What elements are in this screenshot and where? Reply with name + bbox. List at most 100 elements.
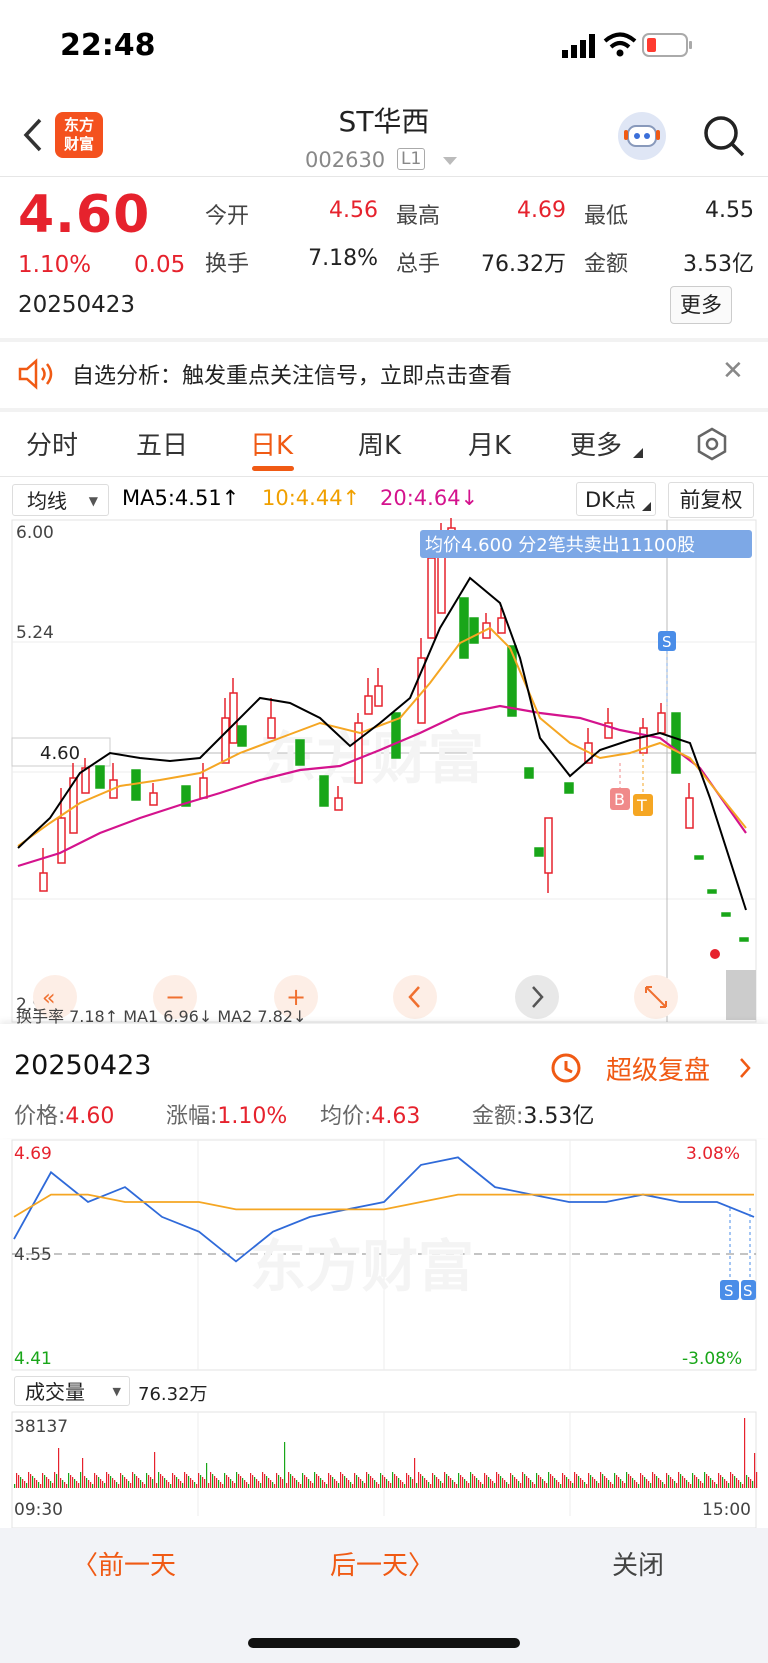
chevron-down-icon[interactable] <box>443 157 457 167</box>
volume-bar <box>274 1484 276 1488</box>
volume-bar <box>92 1484 94 1488</box>
volume-bar <box>70 1475 72 1488</box>
close-icon[interactable]: ✕ <box>722 356 744 386</box>
volume-bar <box>596 1481 598 1488</box>
volume-bar <box>644 1477 646 1488</box>
volume-bar <box>402 1482 404 1488</box>
volume-bar <box>110 1476 112 1488</box>
volume-bar <box>176 1477 178 1488</box>
volume-bar <box>20 1477 22 1488</box>
tab-intraday[interactable]: 分时 <box>26 425 78 462</box>
volume-bar <box>218 1480 220 1488</box>
volume-bar <box>156 1483 158 1488</box>
volume-bar <box>296 1480 298 1488</box>
intraday-low: 4.41 <box>14 1349 52 1369</box>
assistant-avatar[interactable] <box>618 112 666 160</box>
volume-bar <box>40 1484 42 1488</box>
volume-bar <box>348 1480 350 1488</box>
volume-label: 总手 <box>396 252 441 277</box>
volume-bar <box>324 1482 326 1488</box>
search-icon[interactable] <box>702 114 746 158</box>
tab-day-k[interactable]: 日K <box>250 425 293 462</box>
kline-chart[interactable]: 6.00 5.24 4.60 2.95 东方财富 <box>0 518 768 1026</box>
notice-text[interactable]: 自选分析：触发重点关注信号，立即点击查看 <box>72 358 512 390</box>
ma-selector[interactable]: 均线 ▼ <box>12 484 109 516</box>
volume-bar <box>166 1480 168 1488</box>
volume-bar <box>294 1478 296 1488</box>
volume-bar <box>556 1480 558 1488</box>
intraday-high: 4.69 <box>14 1144 52 1164</box>
history-icon[interactable] <box>548 1051 584 1085</box>
volume-bar <box>200 1475 202 1488</box>
tab-week-k[interactable]: 周K <box>358 425 401 462</box>
volume-bar <box>700 1481 702 1488</box>
volume-bar <box>370 1476 372 1488</box>
volume-bar <box>726 1481 728 1488</box>
volume-bar <box>102 1481 104 1488</box>
volume-bar <box>552 1476 554 1488</box>
volume-bar <box>284 1442 286 1488</box>
volume-bar <box>392 1472 394 1488</box>
volume-bar <box>692 1473 694 1488</box>
time-end: 15:00 <box>702 1500 751 1520</box>
volume-bar <box>690 1484 692 1488</box>
volume-total: 76.32万 <box>138 1384 208 1405</box>
volume-bar <box>486 1475 488 1488</box>
dk-point-button[interactable]: DK点 <box>576 482 656 516</box>
volume-bar <box>562 1473 564 1488</box>
volume-bar <box>94 1473 96 1488</box>
volume-bar <box>438 1479 440 1488</box>
tab-month-k[interactable]: 月K <box>468 425 511 462</box>
volume-bar <box>696 1477 698 1488</box>
volume-bar <box>660 1480 662 1488</box>
volume-bar <box>158 1472 160 1488</box>
close-button[interactable]: 关闭 <box>612 1545 664 1582</box>
volume-bar <box>638 1484 640 1488</box>
volume-bar <box>206 1463 208 1488</box>
detail-pct-label: 涨幅: <box>166 1104 218 1129</box>
turnover-label: 换手 <box>205 252 250 277</box>
status-bar: 22:48 <box>0 0 768 95</box>
volume-bar <box>572 1483 574 1488</box>
volume-bar <box>398 1478 400 1488</box>
t-marker: T <box>636 796 647 815</box>
volume-bar <box>56 1474 58 1488</box>
tab-more[interactable]: 更多 <box>570 425 622 462</box>
adjust-button[interactable]: 前复权 <box>668 482 754 518</box>
more-button[interactable]: 更多 <box>670 286 732 324</box>
volume-bar <box>24 1481 26 1488</box>
volume-bar <box>734 1476 736 1488</box>
volume-bar <box>238 1474 240 1488</box>
volume-bar <box>80 1472 82 1488</box>
prev-day-button[interactable]: 〈前一天 <box>72 1545 176 1582</box>
gear-icon[interactable] <box>694 426 730 462</box>
high-label: 最高 <box>396 204 441 229</box>
volume-bar <box>306 1477 308 1488</box>
ma10-value: 10:4.44↑ <box>262 486 361 510</box>
volume-bar <box>590 1475 592 1488</box>
volume-bar <box>230 1479 232 1488</box>
chevron-right-icon[interactable] <box>738 1056 752 1080</box>
volume-bar <box>418 1472 420 1488</box>
volume-bar <box>550 1474 552 1488</box>
volume-bar <box>86 1478 88 1488</box>
volume-bar <box>84 1476 86 1488</box>
next-day-button[interactable]: 后一天〉 <box>330 1545 434 1582</box>
quote-date: 20250423 <box>18 292 136 318</box>
volume-bar <box>674 1481 676 1488</box>
volume-bar <box>628 1474 630 1488</box>
clock: 22:48 <box>60 28 156 63</box>
volume-selector[interactable]: 成交量 ▼ <box>14 1376 130 1406</box>
volume-bar <box>496 1472 498 1488</box>
tab-five-day[interactable]: 五日 <box>136 425 188 462</box>
next-day-label: 后一天 <box>330 1551 409 1581</box>
volume-bar <box>666 1473 668 1488</box>
volume-bar <box>208 1483 210 1488</box>
intraday-chart[interactable]: 东方财富 4.69 4.55 4.41 3.08% -3.08% S S <box>0 1138 768 1372</box>
volume-bar <box>354 1473 356 1488</box>
volume-bar <box>446 1474 448 1488</box>
super-replay-link[interactable]: 超级复盘 <box>606 1050 710 1087</box>
volume-bar <box>224 1473 226 1488</box>
volume-bar <box>522 1472 524 1488</box>
volume-bar <box>212 1474 214 1488</box>
